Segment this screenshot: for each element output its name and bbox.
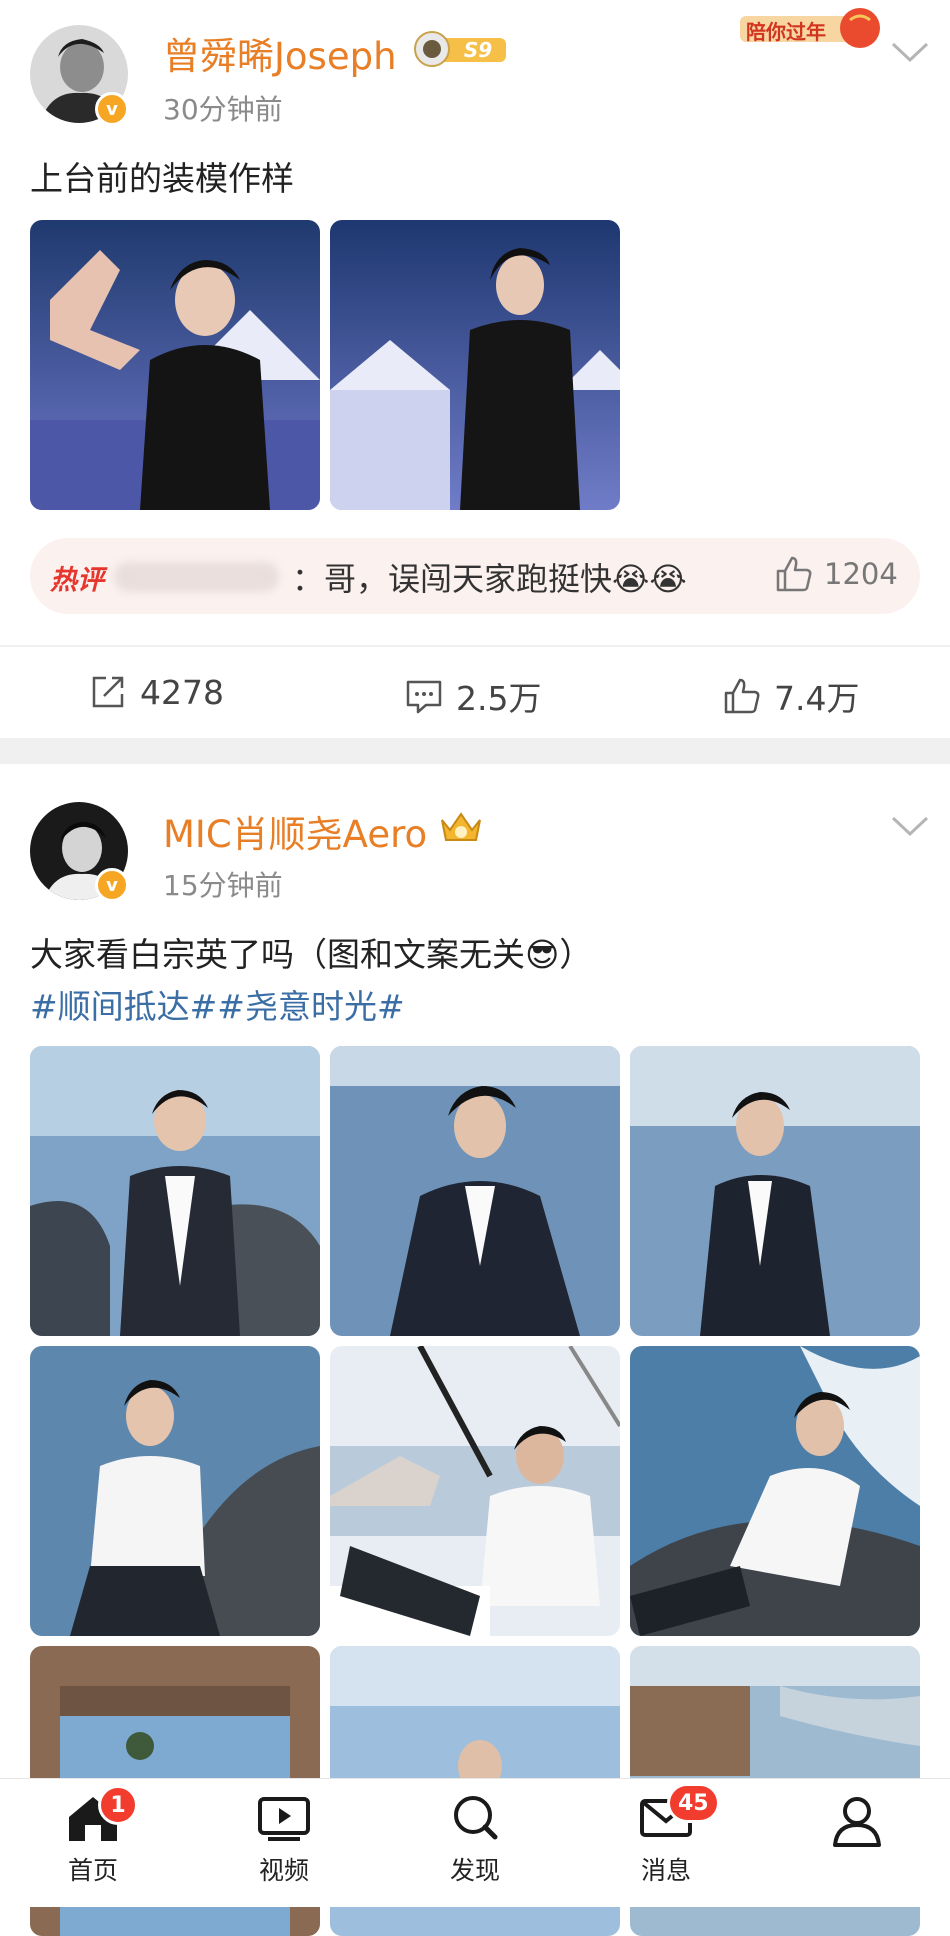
post-image-2[interactable] <box>330 220 620 510</box>
level-badge-text: S9 <box>464 38 492 62</box>
tab-profile[interactable] <box>802 1793 912 1857</box>
like-button[interactable]: 7.4万 <box>722 672 859 720</box>
hot-comment[interactable]: 热评 ：哥，误闯天家跑挺快😭😭 1204 <box>30 538 920 614</box>
post-image-3[interactable] <box>630 1046 920 1336</box>
tab-video[interactable]: 视频 <box>229 1793 339 1887</box>
comment-count: 2.5万 <box>456 679 542 718</box>
repost-icon <box>92 676 124 708</box>
comment-button[interactable]: 2.5万 <box>404 672 541 720</box>
event-badge-text: 陪你过年 <box>746 20 826 44</box>
bottom-tab-bar: 首页 1 视频 发现 消息 45 <box>0 1778 950 1907</box>
crown-badge-icon <box>436 806 486 846</box>
search-icon <box>454 1796 498 1840</box>
tab-messages[interactable]: 消息 45 <box>611 1783 721 1887</box>
video-icon <box>258 1797 310 1841</box>
tab-video-label: 视频 <box>258 1856 309 1885</box>
repost-count: 4278 <box>140 672 224 712</box>
section-divider <box>0 738 950 764</box>
username[interactable]: MIC肖顺尧Aero <box>163 804 427 858</box>
event-badge[interactable]: 陪你过年 <box>740 6 890 50</box>
username[interactable]: 曾舜晞Joseph <box>163 26 397 80</box>
post-time: 30分钟前 <box>163 93 283 126</box>
verified-badge-icon: v <box>95 92 129 126</box>
chevron-down-icon[interactable] <box>890 40 930 68</box>
post-text[interactable]: 大家看白宗英了吗（图和文案无关😎） <box>30 928 592 976</box>
post-text[interactable]: 上台前的装模作样 <box>30 152 294 200</box>
divider <box>0 645 950 647</box>
post-image-1[interactable] <box>30 220 320 510</box>
tab-messages-label: 消息 <box>640 1856 691 1885</box>
hot-comment-text: ：哥，误闯天家跑挺快😭😭 <box>292 560 687 598</box>
hot-comment-tag: 热评 <box>50 565 104 596</box>
post-image-1[interactable] <box>30 1046 320 1336</box>
hot-comment-like-count: 1204 <box>824 557 898 591</box>
notification-badge: 45 <box>667 1783 720 1823</box>
tab-home-label: 首页 <box>67 1856 118 1885</box>
post-image-6[interactable] <box>630 1346 920 1636</box>
comment-icon <box>406 680 442 714</box>
tab-discover-label: 发现 <box>449 1856 500 1885</box>
blurred-commenter-name <box>114 562 279 592</box>
like-count: 7.4万 <box>774 679 860 718</box>
hashtags[interactable]: #顺间抵达##尧意时光# <box>30 980 405 1028</box>
tab-home[interactable]: 首页 1 <box>38 1785 148 1887</box>
repost-button[interactable]: 4278 <box>88 672 224 712</box>
post-image-4[interactable] <box>30 1346 320 1636</box>
post-image-2[interactable] <box>330 1046 620 1336</box>
chevron-down-icon[interactable] <box>890 814 930 842</box>
verified-badge-icon: v <box>95 868 129 902</box>
level-badge-icon: S9 <box>412 30 508 68</box>
post-image-5[interactable] <box>330 1346 620 1636</box>
post-time: 15分钟前 <box>163 869 283 902</box>
thumbs-up-icon <box>776 556 812 592</box>
notification-badge: 1 <box>98 1785 138 1825</box>
hot-comment-like[interactable]: 1204 <box>774 554 898 594</box>
thumbs-up-icon <box>724 678 760 714</box>
tab-discover[interactable]: 发现 <box>420 1793 530 1887</box>
user-icon <box>833 1797 881 1847</box>
